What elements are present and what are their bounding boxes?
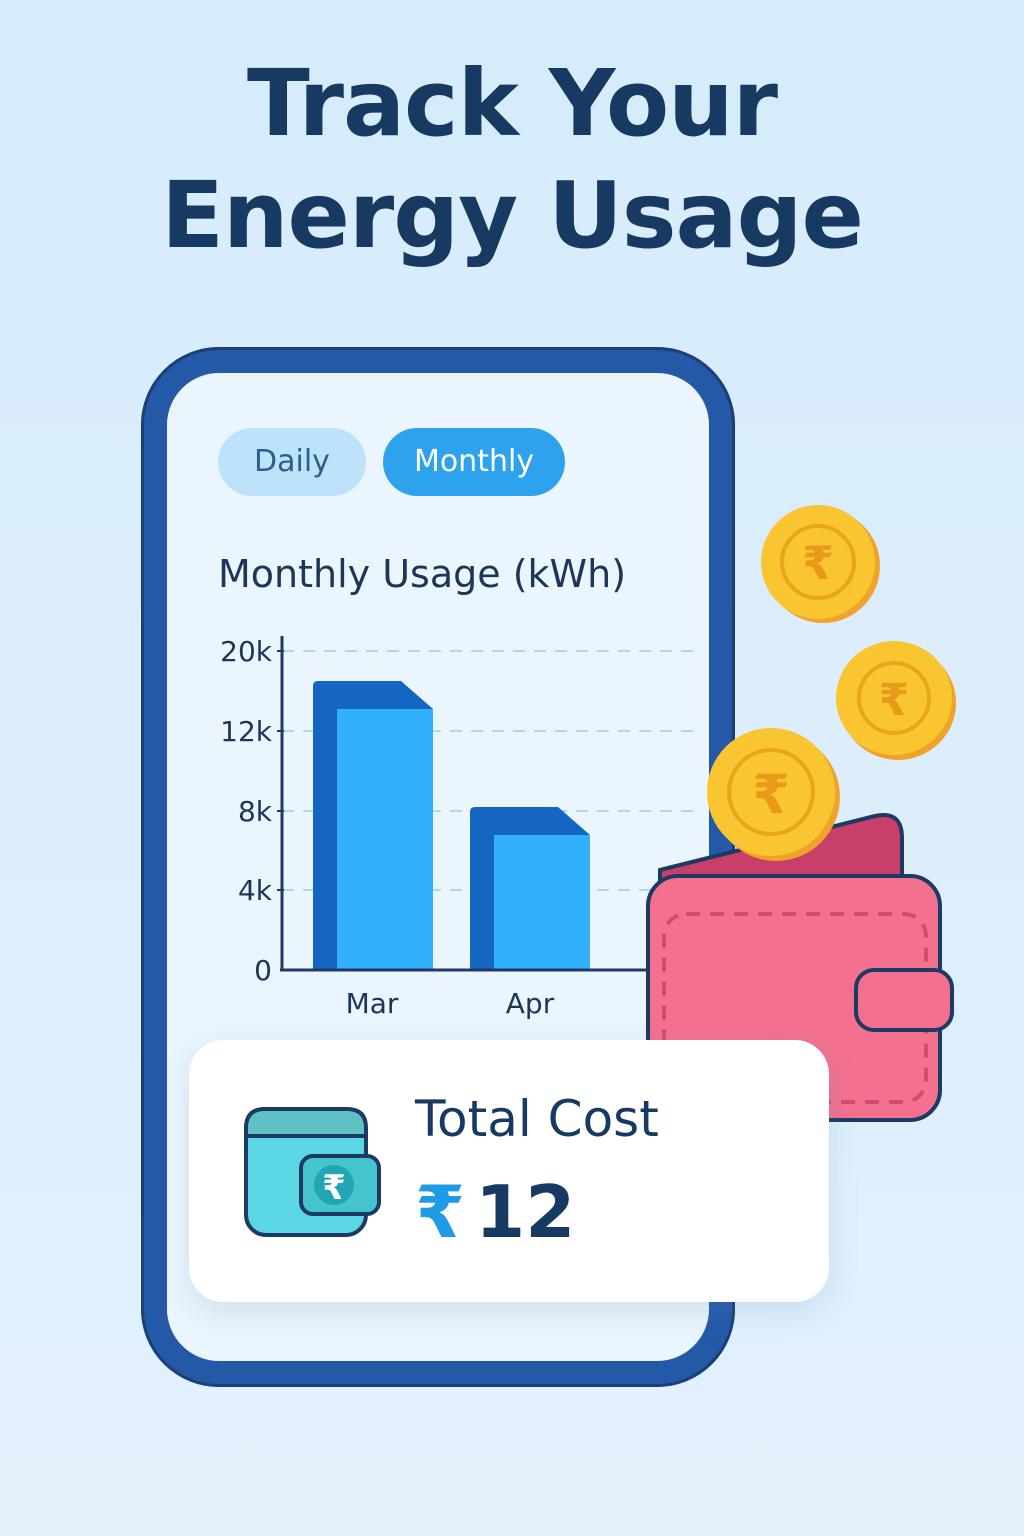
tab-monthly[interactable]: Monthly: [383, 428, 565, 496]
rupee-coin-icon: ₹: [707, 728, 840, 861]
svg-text:₹: ₹: [322, 1168, 346, 1208]
rupee-coin-icon: ₹: [761, 505, 880, 623]
svg-text:₹: ₹: [802, 536, 834, 590]
chart-x-labels: Mar Apr: [346, 987, 555, 1020]
headline-line-2: Energy Usage: [161, 162, 864, 269]
svg-text:₹: ₹: [879, 675, 910, 726]
usage-bar-chart: 0 4k 8k 12k 20k Mar Apr: [220, 635, 700, 1020]
total-cost-card: ₹ Total Cost ₹12: [189, 1040, 829, 1302]
chart-bar-mar: [313, 681, 433, 970]
total-cost-value: ₹12: [415, 1170, 575, 1254]
chart-title: Monthly Usage (kWh): [218, 552, 627, 596]
chart-bar-face: [494, 835, 590, 970]
tab-daily[interactable]: Daily: [218, 428, 366, 496]
rupee-coin-icon: ₹: [836, 641, 956, 760]
chart-y-tick-label: 12k: [220, 715, 273, 748]
chart-y-tick-label: 0: [254, 954, 272, 987]
rupee-symbol: ₹: [415, 1170, 466, 1254]
svg-text:₹: ₹: [752, 763, 790, 826]
chart-y-tick-label: 20k: [220, 635, 273, 668]
chart-x-label-mar: Mar: [346, 987, 399, 1020]
chart-y-tick-label: 8k: [238, 795, 273, 828]
total-cost-amount: 12: [475, 1170, 576, 1254]
chart-y-ticks: 0 4k 8k 12k 20k: [220, 635, 273, 987]
chart-bar-apr: [470, 807, 590, 970]
chart-x-label-apr: Apr: [506, 987, 555, 1020]
chart-bar-face: [337, 709, 433, 970]
chart-y-tick-label: 4k: [238, 874, 273, 907]
total-cost-label: Total Cost: [415, 1090, 659, 1148]
rupee-wallet-icon: ₹: [244, 1107, 381, 1237]
headline: Track Your Energy Usage: [0, 48, 1024, 272]
chart-bars: [313, 681, 590, 970]
headline-line-1: Track Your: [246, 50, 778, 157]
